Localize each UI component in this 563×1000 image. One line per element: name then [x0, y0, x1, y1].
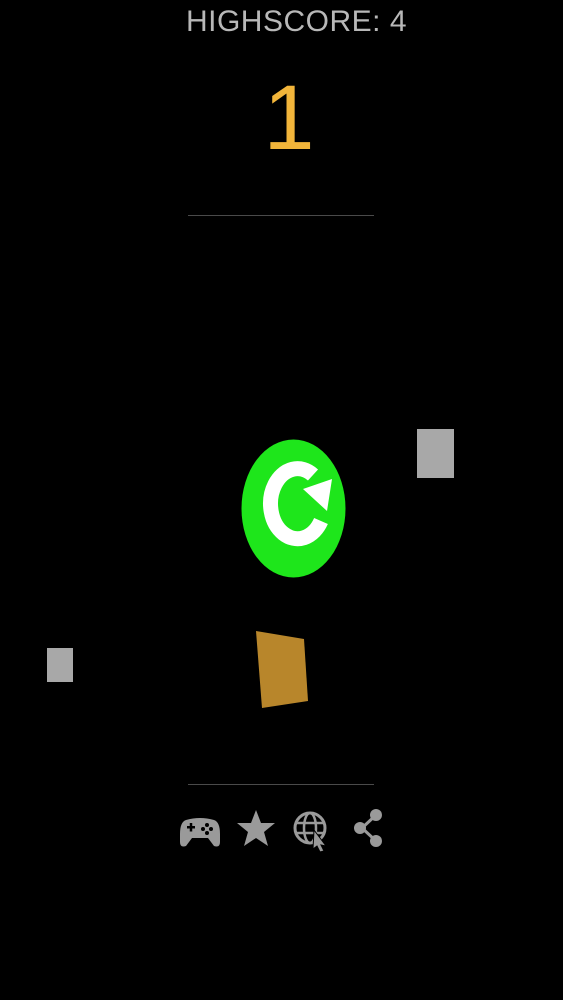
gamepad-button[interactable]	[178, 806, 222, 852]
share-icon	[354, 809, 382, 847]
top-divider	[188, 215, 374, 216]
share-button[interactable]	[346, 806, 390, 852]
web-button[interactable]	[290, 806, 334, 852]
star-icon	[237, 810, 275, 846]
bottom-toolbar	[170, 806, 400, 856]
bottom-divider	[188, 784, 374, 785]
player-block	[256, 631, 308, 708]
restart-button[interactable]	[241, 439, 346, 578]
current-score: 1	[263, 67, 315, 169]
highscore-label: HIGHSCORE: 4	[185, 5, 408, 38]
gamepad-icon	[180, 818, 220, 847]
restart-icon	[241, 439, 346, 578]
obstacle-block-right	[417, 429, 454, 478]
web-icon	[293, 811, 328, 852]
obstacle-block-left	[47, 648, 73, 682]
star-button[interactable]	[234, 806, 278, 852]
